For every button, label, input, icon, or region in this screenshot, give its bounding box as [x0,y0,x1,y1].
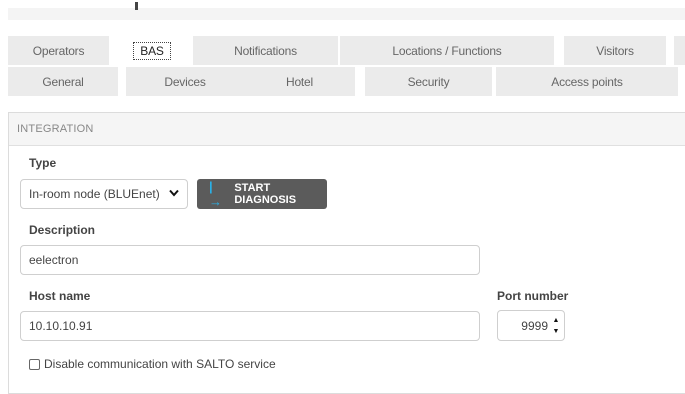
tab-label: Hotel [285,74,313,89]
tab-general[interactable]: General [8,67,118,96]
port-stepper[interactable]: ▲ ▼ [552,317,560,335]
port-number-label: Port number [497,289,569,303]
stepper-down-icon[interactable]: ▼ [553,328,560,335]
host-name-value: 10.10.10.91 [29,319,93,333]
tab-devices[interactable]: Devices [126,67,244,96]
disable-salto-checkbox[interactable] [29,358,40,370]
stepper-up-icon[interactable]: ▲ [553,317,560,324]
description-input[interactable]: eelectron [20,245,480,275]
settings-tabs: Operators BAS Notifications Locations / … [8,36,685,98]
start-diagnosis-button[interactable]: |→ START DIAGNOSIS [197,179,327,209]
tab-security[interactable]: Security [365,67,492,96]
section-title: INTEGRATION [9,113,685,146]
tab-locations-functions[interactable]: Locations / Functions [340,36,554,65]
tab-bas[interactable]: BAS [117,36,187,65]
tab-label: Operators [32,43,85,58]
host-name-input[interactable]: 10.10.10.91 [20,311,480,341]
start-diagnosis-label: START DIAGNOSIS [234,182,297,206]
port-number-value: 9999 [521,318,548,333]
top-bar [8,8,685,20]
disable-salto-label: Disable communication with SALTO service [44,357,276,371]
tab-label: Locations / Functions [392,43,502,58]
tab-access-points[interactable]: Access points [496,67,678,96]
cursor-mark [135,2,138,10]
description-label: Description [29,223,96,237]
chevron-down-icon [169,188,179,200]
start-diagnosis-icon: |→ [209,179,222,209]
tab-label: Security [407,74,450,89]
disable-salto-row[interactable]: Disable communication with SALTO service [29,357,276,371]
type-label: Type [29,156,57,170]
tab-label: Devices [164,74,206,89]
top-strip [0,0,685,20]
tabs-row-1: Operators BAS Notifications Locations / … [8,36,685,65]
tab-label: BAS [133,41,171,60]
type-select[interactable]: In-room node (BLUEnet) [20,179,188,209]
tab-label: Notifications [234,43,297,58]
tab-hotel[interactable]: Hotel [244,67,355,96]
tab-visitors[interactable]: Visitors [564,36,666,65]
port-number-input[interactable]: 9999 ▲ ▼ [497,310,565,341]
type-select-value: In-room node (BLUEnet) [29,187,160,201]
tab-notifications[interactable]: Notifications [193,36,338,65]
tab-label: General [42,74,84,89]
description-value: eelectron [29,253,79,267]
tab-label: Access points [551,74,623,89]
tabs-row-2: General Devices Hotel Security Access po… [8,67,685,96]
tab-label: Visitors [596,43,634,58]
tab-operators[interactable]: Operators [8,36,109,65]
tab-overflow[interactable] [674,36,685,65]
chevron-down-icon-svg [169,189,179,197]
host-name-label: Host name [29,289,91,303]
